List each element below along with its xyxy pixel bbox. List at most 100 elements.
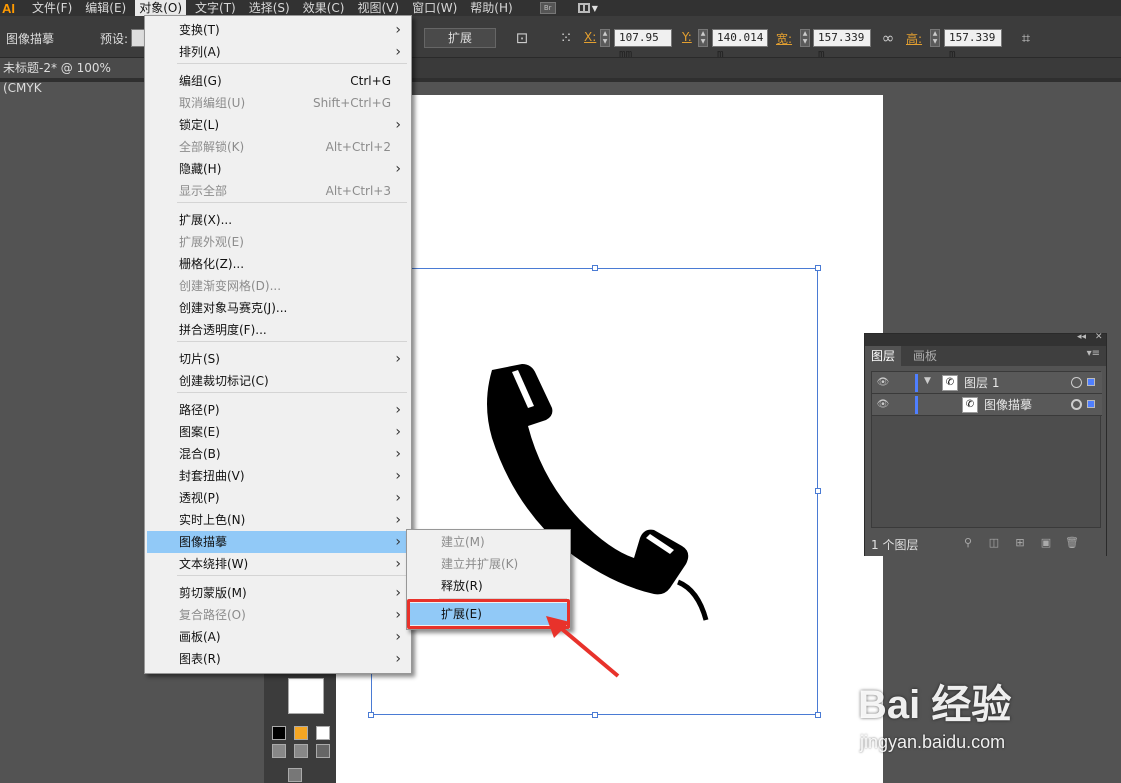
handle-middle-right[interactable]: [815, 488, 821, 494]
menu-item-clipping-mask[interactable]: 剪切蒙版(M) ›: [147, 582, 409, 604]
menu-item-show-all[interactable]: 显示全部 Alt+Ctrl+3: [147, 180, 409, 202]
new-layer-icon[interactable]: ▣: [1039, 536, 1053, 550]
submenu-item-make[interactable]: 建立(M): [409, 531, 568, 553]
visibility-eye-icon[interactable]: 👁: [876, 376, 890, 390]
collapse-panel-icon[interactable]: ◂◂: [1077, 332, 1086, 342]
transform-reference-icon[interactable]: ⊡: [512, 28, 532, 48]
menu-item-image-trace[interactable]: 图像描摹 ›: [147, 531, 409, 553]
menu-item-gradient-mesh[interactable]: 创建渐变网格(D)...: [147, 275, 409, 297]
menu-item-envelope-distort[interactable]: 封套扭曲(V) ›: [147, 465, 409, 487]
new-sublayer-icon[interactable]: ⊞: [1013, 536, 1027, 550]
menu-item-blend[interactable]: 混合(B) ›: [147, 443, 409, 465]
menu-type[interactable]: 文字(T): [191, 0, 240, 16]
menu-effect[interactable]: 效果(C): [299, 0, 349, 16]
handle-top-center[interactable]: [592, 265, 598, 271]
menu-item-slice[interactable]: 切片(S) ›: [147, 348, 409, 370]
submenu-arrow-icon: ›: [395, 629, 401, 645]
menu-item-shortcut: Alt+Ctrl+2: [325, 140, 391, 154]
locate-object-icon[interactable]: ⚲: [961, 536, 975, 550]
menu-item-perspective[interactable]: 透视(P) ›: [147, 487, 409, 509]
draw-inside-icon[interactable]: [316, 744, 330, 758]
handle-top-right[interactable]: [815, 265, 821, 271]
width-field[interactable]: 157.339 m: [813, 29, 871, 60]
handle-bottom-center[interactable]: [592, 712, 598, 718]
selection-indicator[interactable]: [1087, 378, 1095, 386]
x-stepper[interactable]: ▲ ▼: [600, 29, 610, 47]
expand-button[interactable]: 扩展: [424, 28, 496, 48]
reference-point-icon[interactable]: ⁙: [556, 28, 576, 48]
target-circle-icon[interactable]: [1071, 399, 1082, 410]
visibility-eye-icon[interactable]: 👁: [876, 398, 890, 412]
menu-item-transform[interactable]: 变换(T) ›: [147, 19, 409, 41]
screen-mode-icon[interactable]: [288, 768, 302, 782]
menu-edit[interactable]: 编辑(E): [81, 0, 130, 16]
menu-item-lock[interactable]: 锁定(L) ›: [147, 114, 409, 136]
menu-item-crop-marks[interactable]: 创建裁切标记(C): [147, 370, 409, 392]
submenu-item-release[interactable]: 释放(R): [409, 575, 568, 597]
y-field[interactable]: 140.014 m: [712, 29, 768, 60]
menu-help[interactable]: 帮助(H): [466, 0, 516, 16]
baidu-watermark: Bai 经验 jingyan.baidu.com: [858, 664, 1063, 764]
menu-item-label: 切片(S): [179, 352, 220, 366]
selection-indicator[interactable]: [1087, 400, 1095, 408]
menu-item-text-wrap[interactable]: 文本绕排(W) ›: [147, 553, 409, 575]
menu-item-flatten-transparency[interactable]: 拼合透明度(F)...: [147, 319, 409, 341]
menu-item-hide[interactable]: 隐藏(H) ›: [147, 158, 409, 180]
menu-window[interactable]: 窗口(W): [408, 0, 461, 16]
none-swatch-icon[interactable]: [316, 726, 330, 740]
gradient-swatch-icon[interactable]: [294, 726, 308, 740]
menu-item-graph[interactable]: 图表(R) ›: [147, 648, 409, 670]
tab-layers[interactable]: 图层: [865, 346, 902, 366]
handle-bottom-left[interactable]: [368, 712, 374, 718]
delete-layer-icon[interactable]: 🗑: [1065, 536, 1079, 550]
menu-item-live-paint[interactable]: 实时上色(N) ›: [147, 509, 409, 531]
constrain-link-icon[interactable]: ∞: [878, 28, 898, 48]
object-name: 图像描摹: [984, 398, 1033, 412]
layer-row[interactable]: 👁 ▼ ✆ 图层 1: [872, 372, 1102, 394]
width-stepper[interactable]: ▲ ▼: [800, 29, 810, 47]
menu-item-object-mosaic[interactable]: 创建对象马赛克(J)...: [147, 297, 409, 319]
menu-file[interactable]: 文件(F): [28, 0, 76, 16]
menu-item-artboards[interactable]: 画板(A) ›: [147, 626, 409, 648]
submenu-item-make-and-expand[interactable]: 建立并扩展(K): [409, 553, 568, 575]
menu-item-label: 图像描摹: [179, 535, 228, 549]
target-circle-icon[interactable]: [1071, 377, 1082, 388]
menu-item-unlock-all[interactable]: 全部解锁(K) Alt+Ctrl+2: [147, 136, 409, 158]
expand-triangle-icon[interactable]: ▼: [924, 376, 931, 386]
close-panel-icon[interactable]: ✕: [1095, 332, 1103, 342]
y-stepper[interactable]: ▲ ▼: [698, 29, 708, 47]
menu-object[interactable]: 对象(O): [135, 0, 187, 16]
height-field[interactable]: 157.339 m: [944, 29, 1002, 60]
menu-item-label: 取消编组(U): [179, 96, 246, 110]
menu-item-path[interactable]: 路径(P) ›: [147, 399, 409, 421]
menu-item-expand-appearance[interactable]: 扩展外观(E): [147, 231, 409, 253]
menu-item-ungroup[interactable]: 取消编组(U) Shift+Ctrl+G: [147, 92, 409, 114]
draw-mode-icon[interactable]: [272, 744, 286, 758]
menu-item-pattern[interactable]: 图案(E) ›: [147, 421, 409, 443]
preset-dropdown[interactable]: [131, 29, 145, 47]
menu-select[interactable]: 选择(S): [245, 0, 294, 16]
menu-view[interactable]: 视图(V): [353, 0, 403, 16]
menu-item-group[interactable]: 编组(G) Ctrl+G: [147, 70, 409, 92]
stroke-swatch[interactable]: [288, 678, 324, 714]
menu-item-expand[interactable]: 扩展(X)...: [147, 209, 409, 231]
menu-item-label: 文本绕排(W): [179, 557, 249, 571]
transform-icon[interactable]: ⌗: [1016, 28, 1036, 48]
menu-item-arrange[interactable]: 排列(A) ›: [147, 41, 409, 63]
height-stepper[interactable]: ▲ ▼: [930, 29, 940, 47]
menu-item-label: 全部解锁(K): [179, 140, 245, 154]
sublayer-row[interactable]: 👁 ✆ 图像描摹: [872, 394, 1102, 416]
document-tab[interactable]: 未标题-2* @ 100% (CMYK: [0, 58, 150, 95]
panel-menu-icon[interactable]: ▾≡: [1087, 348, 1100, 359]
handle-bottom-right[interactable]: [815, 712, 821, 718]
arrange-documents-icon[interactable]: ▼: [577, 2, 600, 14]
menu-item-label: 创建渐变网格(D)...: [179, 279, 282, 293]
bridge-icon[interactable]: Br: [539, 2, 556, 14]
make-clip-mask-icon[interactable]: ◫: [987, 536, 1001, 550]
x-field[interactable]: 107.95 mm: [614, 29, 672, 60]
draw-behind-icon[interactable]: [294, 744, 308, 758]
menu-item-rasterize[interactable]: 栅格化(Z)...: [147, 253, 409, 275]
tab-artboards[interactable]: 画板: [907, 346, 943, 366]
menu-item-compound-path[interactable]: 复合路径(O) ›: [147, 604, 409, 626]
color-swatch-icon[interactable]: [272, 726, 286, 740]
